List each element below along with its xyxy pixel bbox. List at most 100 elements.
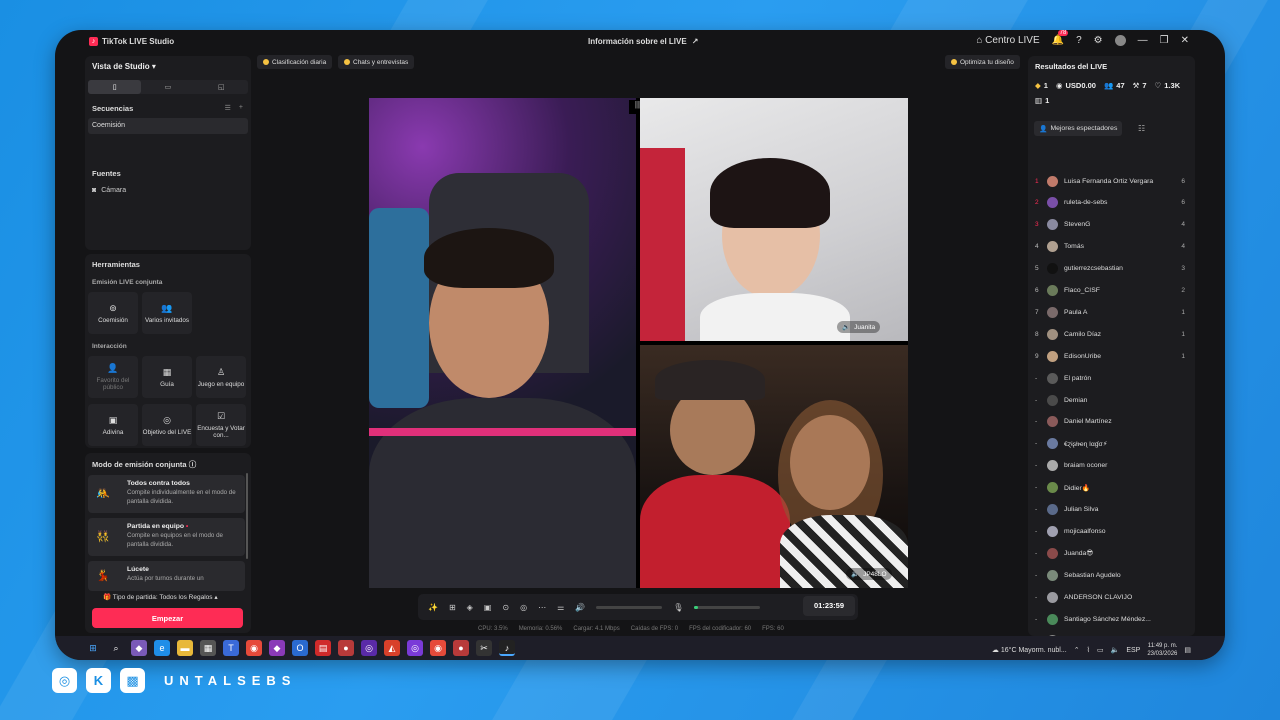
mixer-icon[interactable]: ⚌ xyxy=(557,603,564,612)
viewer-row[interactable]: - ANDERSON CLAVIJO xyxy=(1035,589,1185,605)
viewer-row[interactable]: 7 Paula A 1 xyxy=(1035,304,1185,320)
obs-icon[interactable]: ◎ xyxy=(361,640,377,656)
viewer-row[interactable]: 2 ruleta-de-sebs 6 xyxy=(1035,195,1185,211)
viewer-row[interactable]: 5 gutierrezcsebastian 3 xyxy=(1035,261,1185,277)
volume-tray-icon[interactable]: 🔈 xyxy=(1111,646,1120,654)
help-icon[interactable]: ? xyxy=(1076,35,1082,46)
record-app-icon[interactable]: ● xyxy=(338,640,354,656)
tool-poll[interactable]: ☑ Encuesta y Votar con... xyxy=(196,404,246,446)
battery-icon[interactable]: ▭ xyxy=(1097,646,1104,654)
notification-bell-icon[interactable]: 🔔 78 xyxy=(1052,30,1069,46)
app-icon-3[interactable]: ◎ xyxy=(407,640,423,656)
minimize-icon[interactable]: — xyxy=(1138,35,1148,46)
mic-slider[interactable] xyxy=(694,605,761,609)
magic-icon[interactable]: ✨ xyxy=(428,603,438,612)
tool-guess[interactable]: ▣ Adivina xyxy=(88,404,138,446)
notification-center-icon[interactable]: ▤ xyxy=(1184,646,1191,654)
portrait-view-tab[interactable]: ▯ xyxy=(88,80,142,94)
edge-icon[interactable]: e xyxy=(154,640,170,656)
tiktok-studio-taskbar-icon[interactable]: ♪ xyxy=(499,640,515,656)
settings-gear-icon[interactable]: ⚙ xyxy=(1094,35,1103,46)
speaker-icon[interactable]: 🔊 xyxy=(575,603,585,612)
centro-live-button[interactable]: ⌂ Centro LIVE xyxy=(976,35,1039,46)
viewer-row[interactable]: - Daniel Martínez xyxy=(1035,414,1185,430)
search-icon[interactable]: ⌕ xyxy=(108,640,124,656)
more-icon[interactable]: ⋯ xyxy=(538,603,546,612)
mode-show-off[interactable]: 💃 Lúcete Actúa por turnos durante un xyxy=(88,561,245,591)
app-icon-1[interactable]: ◆ xyxy=(269,640,285,656)
daily-ranking-chip[interactable]: Clasificación diaria xyxy=(257,55,333,69)
viewer-row[interactable]: - mojicaalfonso xyxy=(1035,523,1185,539)
tool-multi-guests[interactable]: 👥 Varios invitados xyxy=(142,292,192,334)
viewer-row[interactable]: - El patrón xyxy=(1035,370,1185,386)
record-app-icon-2[interactable]: ● xyxy=(453,640,469,656)
top-viewers-button[interactable]: 👤 Mejores espectadores xyxy=(1034,121,1123,136)
app-icon-2[interactable]: ▤ xyxy=(315,640,331,656)
viewer-row[interactable]: 6 Flaco_CISF 2 xyxy=(1035,283,1185,299)
wifi-icon[interactable]: ⌇ xyxy=(1087,646,1090,654)
mode-team-match[interactable]: 👯 Partida en equipo • Compite en equipos… xyxy=(88,518,245,556)
party-type-selector[interactable]: 🎁 Tipo de partida: Todos los Regalos ▴ xyxy=(103,593,218,601)
list-icon[interactable]: ☷ xyxy=(1138,124,1145,133)
viewer-row[interactable]: - Juanda😎 xyxy=(1035,545,1185,561)
tray-chevron-icon[interactable]: ⌃ xyxy=(1074,646,1080,654)
screen-icon[interactable]: ▣ xyxy=(484,603,492,612)
chats-interviews-chip[interactable]: Chats y entrevistas xyxy=(338,55,415,69)
layout-icon[interactable]: ⊞ xyxy=(449,603,456,612)
optimize-layout-chip[interactable]: Optimiza tu diseño xyxy=(945,55,1020,69)
mute-icon[interactable]: 🔈 xyxy=(842,323,850,331)
replay-icon[interactable]: ◎ xyxy=(520,603,527,612)
outlook-icon[interactable]: O xyxy=(292,640,308,656)
tool-guide[interactable]: ▦ Guía xyxy=(142,356,192,398)
viewer-row[interactable]: 3 StevenG 4 xyxy=(1035,217,1185,233)
viewer-row[interactable]: - braiam oconer xyxy=(1035,458,1185,474)
tool-audience-favorite[interactable]: 👤 Favorito del público xyxy=(88,356,138,398)
viewer-row[interactable]: 8 Camilo Díaz 1 xyxy=(1035,326,1185,342)
layout-view-tab[interactable]: ◱ xyxy=(195,80,248,94)
tool-live-goal[interactable]: ◎ Objetivo del LIVE xyxy=(142,404,192,446)
chrome-icon[interactable]: ◉ xyxy=(246,640,262,656)
viewer-row[interactable]: - Demian xyxy=(1035,392,1185,408)
viewer-row[interactable]: - Sebastian Agudelo xyxy=(1035,567,1185,583)
effects-icon[interactable]: ◈ xyxy=(467,603,473,612)
profile-avatar[interactable] xyxy=(1114,35,1126,46)
tool-coemision[interactable]: ⊚ Coemisión xyxy=(88,292,138,334)
close-icon[interactable]: ✕ xyxy=(1181,35,1189,46)
teams-icon[interactable]: T xyxy=(223,640,239,656)
landscape-view-tab[interactable]: ▭ xyxy=(141,80,194,94)
viewer-row[interactable]: 9 EdisonUribe 1 xyxy=(1035,348,1185,364)
capcut-icon[interactable]: ✂ xyxy=(476,640,492,656)
viewer-row[interactable]: - Santiago Sánchez Méndez... xyxy=(1035,611,1185,627)
add-icon[interactable]: + xyxy=(239,104,243,112)
viewer-row[interactable]: - Didier🔥 xyxy=(1035,480,1185,496)
viewer-row[interactable]: - Julian Silva xyxy=(1035,502,1185,518)
copilot-icon[interactable]: ◆ xyxy=(131,640,147,656)
volume-slider[interactable] xyxy=(596,605,663,609)
kick-icon[interactable]: K xyxy=(86,668,111,693)
sequence-item[interactable]: Coemisión xyxy=(88,118,248,134)
list-icon[interactable]: ☰ xyxy=(225,104,231,112)
file-explorer-icon[interactable]: ▬ xyxy=(177,640,193,656)
twitch-icon[interactable]: ▩ xyxy=(120,668,145,693)
mute-icon[interactable]: 🔈 xyxy=(851,570,859,578)
start-button[interactable]: Empezar xyxy=(92,608,243,628)
store-icon[interactable]: ▦ xyxy=(200,640,216,656)
mic-icon[interactable]: 🎙 xyxy=(673,603,683,612)
tool-team-game[interactable]: ♙ Juego en equipo xyxy=(196,356,246,398)
studio-view-dropdown[interactable]: Vista de Studio ▾ xyxy=(92,62,156,71)
viewer-row[interactable]: 4 Tomás 4 xyxy=(1035,239,1185,255)
weather-widget[interactable]: ☁ 16°C Mayorm. nubl... xyxy=(992,646,1067,654)
left-scrollbar[interactable] xyxy=(246,473,248,559)
viewer-row[interactable]: 1 Luisa Fernanda Ortiz Vergara 6 xyxy=(1035,173,1185,189)
source-camera[interactable]: ◙ Cámara xyxy=(92,187,126,194)
instagram-icon[interactable]: ◎ xyxy=(52,668,77,693)
record-icon[interactable]: ⊙ xyxy=(502,603,509,612)
brave-icon[interactable]: ◭ xyxy=(384,640,400,656)
windows-start-icon[interactable]: ⊞ xyxy=(85,640,101,656)
restore-icon[interactable]: ❐ xyxy=(1160,35,1169,46)
live-info-link[interactable]: Información sobre el LIVE ↗ xyxy=(588,37,698,46)
mode-all-vs-all[interactable]: 🤼 Todos contra todos Compite individualm… xyxy=(88,475,245,513)
viewer-row[interactable]: - €ɀɨʂƚιҽɳ Ɩαɠσ⚡ xyxy=(1035,436,1185,452)
info-icon[interactable]: ⓘ xyxy=(189,460,197,469)
language-indicator[interactable]: ESP xyxy=(1126,647,1140,654)
